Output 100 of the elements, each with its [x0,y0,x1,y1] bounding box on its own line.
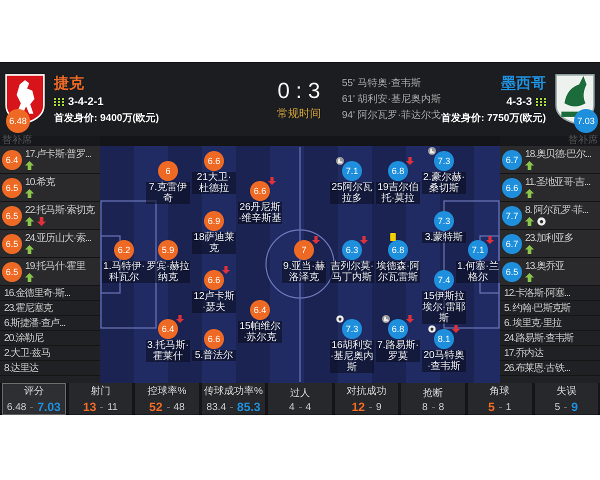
player-name: 3.托马斯·霍莱什 [146,340,190,362]
player-name: 13.奥乔亚 [525,261,564,272]
player-rating-badge: 6.5 [502,262,522,282]
player-rating-badge: 6.4 [2,150,22,170]
match-period: 常规时间 [276,106,321,120]
stat-label: 评分 [24,385,44,398]
substitute-row[interactable]: 6.5 10.希克 [0,174,100,202]
away-stat-value: 9 [571,400,578,414]
stat-label: 抢断 [423,386,444,400]
player-rating-badge: 6.5 [2,262,22,282]
stat-tab[interactable]: 过人 4 4 [268,383,332,415]
substitute-row[interactable]: 16.金德里奇·斯... [0,286,100,301]
player-name: 7.克雷伊奇 [146,182,190,204]
substitute-row[interactable]: 6.4 17.卢卡斯·普罗... [0,146,100,174]
player-name: 3.蒙特斯 [422,232,466,243]
substitute-row[interactable]: 6.5 24.亚历山大·索... [0,230,100,258]
home-stat-value: 6.48 [6,402,26,412]
home-stat-value: 83.4 [206,402,226,412]
substitute-row[interactable]: 6. 埃里克·里拉 [500,316,600,331]
player-name: 19.托马什·霍里 [25,261,86,272]
player-rating-badge: 6.6 [502,178,522,198]
formation-text: 4-3-3 [506,96,532,108]
player-name: 21大卫·杜德拉 [192,172,236,194]
stat-label: 射门 [90,384,110,398]
away-stat-value: 4 [306,402,312,412]
bench-title: 替补席 [567,136,599,146]
stat-tab[interactable]: 控球率% 52 48 [135,383,199,415]
player-name: 6. 埃里克·里拉 [504,318,562,328]
player-name: 26.布莱恩·古铁... [504,362,570,374]
player-rating-badge: 6.7 [502,150,522,170]
substitute-row[interactable]: 6.6 11.圣地亚哥·吉... [500,174,600,202]
stat-tab[interactable]: 角球 5 1 [468,383,532,415]
player-name: 25阿尔瓦拉多 [330,182,374,204]
player-name: 吉列尔莫·马丁内斯 [330,261,374,284]
player-name: 16.金德里奇·斯... [4,288,70,298]
substitute-row[interactable]: 23.霍尼塞克 [0,301,100,316]
player-name: 1.何塞·兰格尔 [456,261,500,284]
away-stat-value: 8 [438,402,444,412]
substitute-row[interactable]: 6.斯捷潘·查卢... [0,316,100,331]
formation-icon [536,98,546,106]
player-name: 8.达里达 [4,362,38,374]
team-rating-badge: 6.48 [6,109,30,133]
player-name: 17.卢卡斯·普罗... [25,149,91,160]
away-stat-value: 9 [376,402,382,412]
player-name: 24.亚历山大·索... [25,233,91,244]
market-value: 首发身价: 9400万(欧元) [54,112,160,124]
bench-title: 替补席 [1,136,33,146]
player-name: 18.奥贝德·巴尔... [525,149,591,160]
goal-entry: 61' 胡利安·基尼奥内斯 [342,92,441,106]
stat-label: 对抗成功 [346,384,387,398]
away-stat-value: 1 [506,402,512,412]
stat-label: 传球成功率% [204,384,263,398]
stat-label: 角球 [490,384,510,398]
player-name: 26丹尼斯·维辛斯基 [238,202,282,224]
substitute-row[interactable]: 6.7 23.加利亚多 [500,230,600,258]
player-name: 12.卡洛斯·阿塞... [504,288,570,298]
player-name: 23.加利亚多 [525,233,574,244]
stat-tab[interactable]: 评分 6.48 7.03 [2,383,66,415]
player-name: 20马特奥·查韦斯 [422,350,466,372]
stat-tab[interactable]: 抢断 8 8 [401,383,465,415]
substitute-row[interactable]: 6.5 19.托马什·霍里 [0,258,100,286]
player-rating-badge: 6.5 [2,206,22,226]
stat-label: 失误 [556,384,576,398]
player-name: 18萨迪莱克 [192,232,236,254]
player-name: 5. 约翰·巴斯克斯 [504,302,570,314]
player-name: 罗宾·赫拉纳克 [146,261,190,284]
team-name: 捷克 [54,74,85,92]
substitute-row[interactable]: 7.7 8. 阿尔瓦罗·菲... [500,202,600,230]
team-rating-badge: 7.03 [574,109,598,133]
substitute-row[interactable]: 5. 约翰·巴斯克斯 [500,301,600,316]
home-stat-value: 13 [82,400,96,414]
market-value: 首发身价: 7750万(欧元) [440,112,546,124]
player-rating-badge: 6.5 [2,234,22,254]
stat-tab[interactable]: 传球成功率% 83.4 85.3 [202,383,266,415]
player-name: 12卢卡斯·瑟夫 [192,290,236,313]
substitute-row[interactable]: 6.7 18.奥贝德·巴尔... [500,146,600,174]
home-stat-value: 4 [288,402,295,412]
player-rating-badge: 7.7 [502,206,522,226]
goal-entry: 94' 阿尔瓦罗·菲达尔戈 [342,108,441,122]
player-name: 15伊斯拉埃尔·雷耶斯 [422,290,466,324]
player-name: 10.希克 [25,177,55,188]
player-name: 15帕维尔·苏尔克 [238,320,282,343]
stat-tab[interactable]: 射门 13 11 [68,383,132,415]
stat-label: 控球率% [147,384,186,398]
home-stat-value: 8 [422,402,428,412]
player-name: 9.亚当·赫洛泽克 [282,261,326,284]
substitute-row[interactable]: 6.5 13.奥乔亚 [500,258,600,286]
substitute-row[interactable]: 6.5 22.托马斯·索切克 [0,202,100,230]
player-rating-badge: 6.7 [502,234,522,254]
player-name: 11.圣地亚哥·吉... [525,177,590,188]
player-name: 20.涂勒尼 [4,332,44,344]
away-stat-value: 85.3 [237,400,260,414]
home-stat-value: 5 [488,400,495,414]
away-stat-value: 11 [107,402,118,412]
home-stat-value: 12 [352,400,365,414]
stat-tab[interactable]: 失误 5 9 [534,383,598,415]
player-name: 22.托马斯·索切克 [25,205,94,216]
away-stat-value: 7.03 [37,400,61,414]
substitute-row[interactable]: 12.卡洛斯·阿塞... [500,286,600,301]
stat-tab[interactable]: 对抗成功 12 9 [334,383,398,415]
